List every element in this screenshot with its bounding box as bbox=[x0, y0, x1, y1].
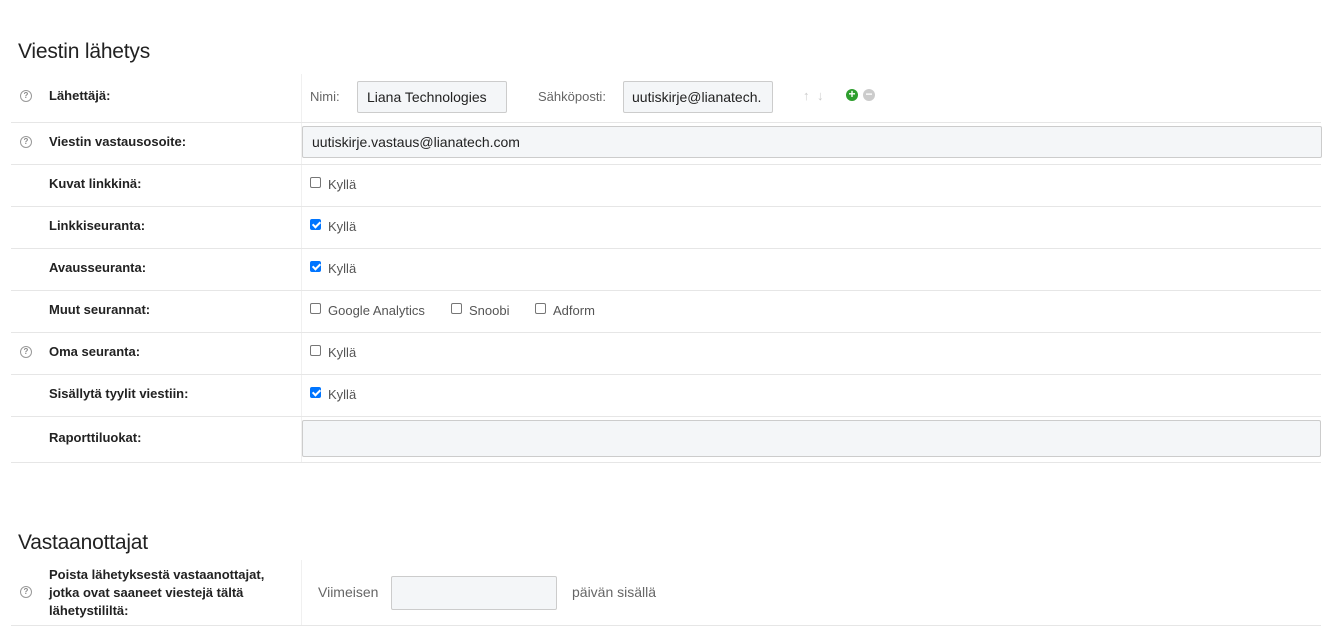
remove-icon[interactable]: − bbox=[863, 88, 875, 101]
row-sender: ? Lähettäjä: Nimi: Liana Technologies Sä… bbox=[11, 74, 1321, 123]
open-tracking-option: Kyllä bbox=[328, 261, 357, 276]
google-analytics-option: Google Analytics bbox=[328, 303, 425, 318]
reply-to-label: Viestin vastausosoite: bbox=[49, 134, 187, 149]
adform-checkbox[interactable] bbox=[535, 303, 546, 314]
sender-name-input[interactable]: Liana Technologies bbox=[357, 81, 507, 113]
add-icon[interactable]: + bbox=[846, 88, 858, 101]
column-divider bbox=[301, 333, 302, 374]
row-remove-recent: ? Poista lähetyksestä vastaanottajat, jo… bbox=[11, 560, 1321, 626]
column-divider bbox=[301, 560, 302, 625]
include-styles-label: Sisällytä tyylit viestiin: bbox=[49, 386, 189, 401]
snoobi-checkbox[interactable] bbox=[451, 303, 462, 314]
include-styles-checkbox[interactable] bbox=[310, 387, 321, 398]
remove-recent-label-line-3: lähetystililtä: bbox=[49, 603, 129, 618]
own-tracking-checkbox[interactable] bbox=[310, 345, 321, 356]
own-tracking-label: Oma seuranta: bbox=[49, 344, 141, 359]
link-tracking-label: Linkkiseuranta: bbox=[49, 218, 146, 233]
help-icon[interactable]: ? bbox=[20, 136, 32, 148]
move-up-arrow-icon[interactable]: ↑ bbox=[803, 88, 810, 103]
report-classes-input[interactable] bbox=[302, 420, 1321, 457]
move-down-arrow-icon[interactable]: ↓ bbox=[817, 88, 824, 103]
other-tracking-label: Muut seurannat: bbox=[49, 302, 151, 317]
include-styles-option: Kyllä bbox=[328, 387, 357, 402]
help-icon[interactable]: ? bbox=[20, 586, 32, 598]
sender-name-label: Nimi: bbox=[310, 89, 340, 104]
sender-email-input[interactable]: uutiskirje@lianatech. bbox=[623, 81, 773, 113]
reply-to-input[interactable]: uutiskirje.vastaus@lianatech.com bbox=[302, 126, 1322, 158]
link-tracking-checkbox[interactable] bbox=[310, 219, 321, 230]
row-include-styles: Sisällytä tyylit viestiin: Kyllä bbox=[11, 375, 1321, 417]
remove-recent-days-input[interactable] bbox=[391, 576, 557, 610]
row-link-tracking: Linkkiseuranta: Kyllä bbox=[11, 207, 1321, 249]
row-other-tracking: Muut seurannat: Google Analytics Snoobi … bbox=[11, 291, 1321, 333]
remove-recent-suffix: päivän sisällä bbox=[572, 584, 657, 600]
remove-recent-label: Poista lähetyksestä vastaanottajat, jotk… bbox=[49, 566, 264, 620]
section-title-sending: Viestin lähetys bbox=[18, 40, 151, 63]
open-tracking-label: Avausseuranta: bbox=[49, 260, 147, 275]
remove-recent-prefix: Viimeisen bbox=[318, 584, 379, 600]
row-own-tracking: ? Oma seuranta: Kyllä bbox=[11, 333, 1321, 375]
images-as-links-option: Kyllä bbox=[328, 177, 357, 192]
snoobi-option: Snoobi bbox=[469, 303, 510, 318]
column-divider bbox=[301, 249, 302, 290]
row-report-classes: Raporttiluokat: bbox=[11, 417, 1321, 463]
row-images-as-links: Kuvat linkkinä: Kyllä bbox=[11, 165, 1321, 207]
help-icon[interactable]: ? bbox=[20, 346, 32, 358]
sender-label: Lähettäjä: bbox=[49, 88, 111, 103]
column-divider bbox=[301, 165, 302, 206]
row-reply-to: ? Viestin vastausosoite: uutiskirje.vast… bbox=[11, 123, 1322, 165]
open-tracking-checkbox[interactable] bbox=[310, 261, 321, 272]
adform-option: Adform bbox=[553, 303, 595, 318]
google-analytics-checkbox[interactable] bbox=[310, 303, 321, 314]
images-as-links-checkbox[interactable] bbox=[310, 177, 321, 188]
column-divider bbox=[301, 74, 302, 122]
sender-email-label: Sähköposti: bbox=[538, 89, 606, 104]
images-as-links-label: Kuvat linkkinä: bbox=[49, 176, 142, 191]
remove-recent-label-line-1: Poista lähetyksestä vastaanottajat, bbox=[49, 567, 265, 582]
column-divider bbox=[301, 291, 302, 332]
report-classes-label: Raporttiluokat: bbox=[49, 430, 142, 445]
section-title-recipients: Vastaanottajat bbox=[18, 531, 148, 554]
link-tracking-option: Kyllä bbox=[328, 219, 357, 234]
remove-recent-label-line-2: jotka ovat saaneet viestejä tältä bbox=[49, 585, 244, 600]
own-tracking-option: Kyllä bbox=[328, 345, 357, 360]
help-icon[interactable]: ? bbox=[20, 90, 32, 102]
column-divider bbox=[301, 207, 302, 248]
column-divider bbox=[301, 375, 302, 416]
row-open-tracking: Avausseuranta: Kyllä bbox=[11, 249, 1321, 291]
